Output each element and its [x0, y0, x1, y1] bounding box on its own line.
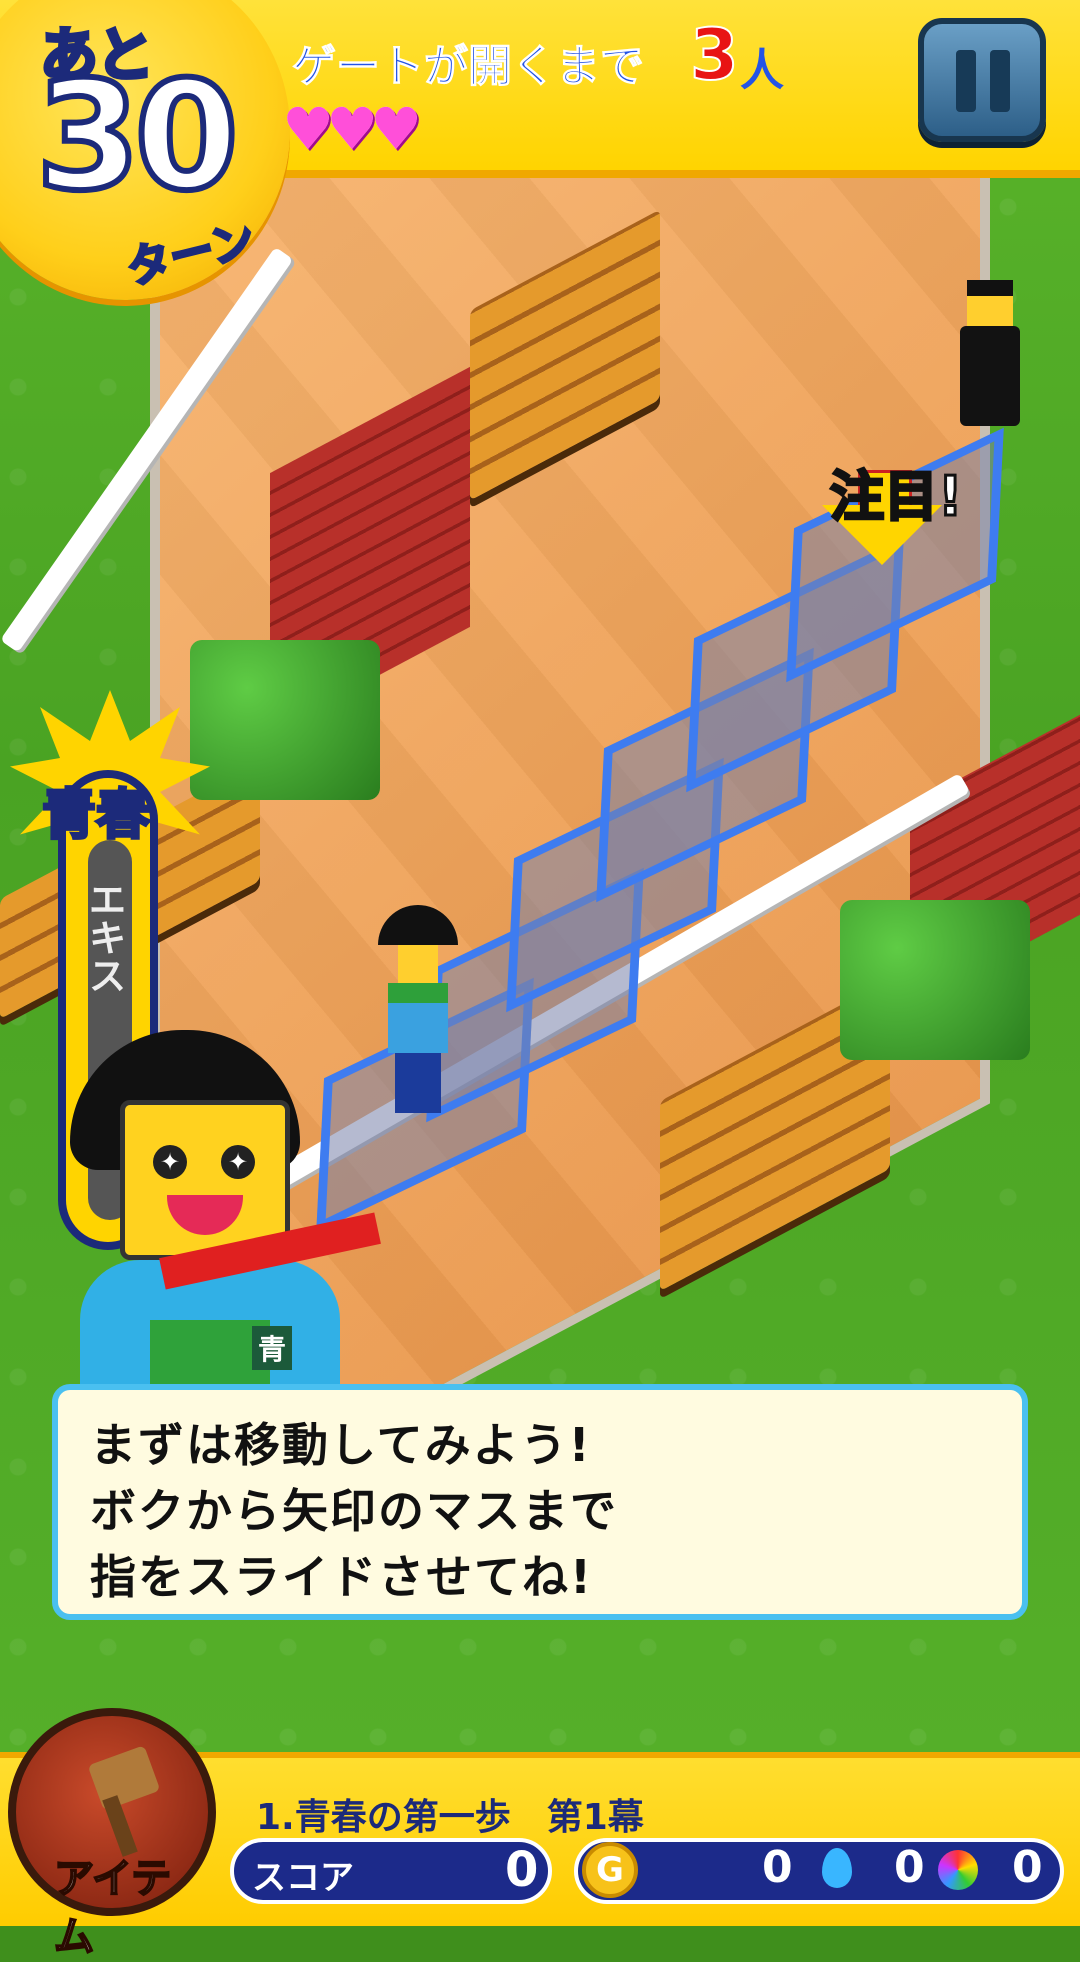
gate-label: ゲートが開くまで [292, 41, 645, 93]
pause-button[interactable] [918, 18, 1046, 142]
water-drop-icon [822, 1848, 852, 1888]
pause-icon [956, 50, 976, 112]
rainbow-orb-icon [938, 1850, 978, 1890]
item-button-label: アイテム [53, 1855, 172, 1961]
hedge [840, 900, 1030, 1060]
turns-remaining: 30 [33, 50, 242, 224]
sparkle-eye-icon: ✦ [153, 1145, 187, 1179]
gate-unit: 人 [740, 45, 784, 96]
dialog-line: まずは移動してみよう! [90, 1418, 592, 1472]
score-value: 0 [505, 1842, 539, 1898]
tutorial-dialog[interactable]: まずは移動してみよう! ボクから矢印のマスまで 指をスライドさせてね! [52, 1384, 1028, 1620]
drop-count: 0 [894, 1842, 925, 1893]
score-label: スコア [252, 1858, 354, 1898]
coin-count: 0 [762, 1842, 793, 1893]
npc-student [960, 280, 1020, 430]
mascot-name-tag: 青 [252, 1326, 293, 1370]
hammer-icon [87, 1745, 161, 1811]
dialog-line: ボクから矢印のマスまで [90, 1484, 618, 1538]
mascot-character: ✦ ✦ [40, 1030, 381, 1460]
meter-title: 青春 [41, 782, 152, 848]
rainbow-count: 0 [1012, 1842, 1043, 1893]
resource-panel [574, 1838, 1064, 1904]
focus-label: 注目! [829, 464, 965, 530]
sparkle-eye-icon: ✦ [221, 1145, 255, 1179]
pause-icon [990, 50, 1010, 112]
coin-icon: G [582, 1842, 638, 1898]
dialog-line: 指をスライドさせてね! [90, 1550, 593, 1604]
item-button[interactable]: アイテム [8, 1708, 216, 1961]
hedge [190, 640, 380, 800]
meter-text: エキス [82, 880, 126, 994]
player-character [378, 905, 458, 1115]
hearts-icon: ♥♥♥ [282, 95, 422, 163]
stage-name: 1.青春の第一歩 第1幕 [256, 1797, 644, 1838]
gate-count: 3 [689, 13, 740, 97]
